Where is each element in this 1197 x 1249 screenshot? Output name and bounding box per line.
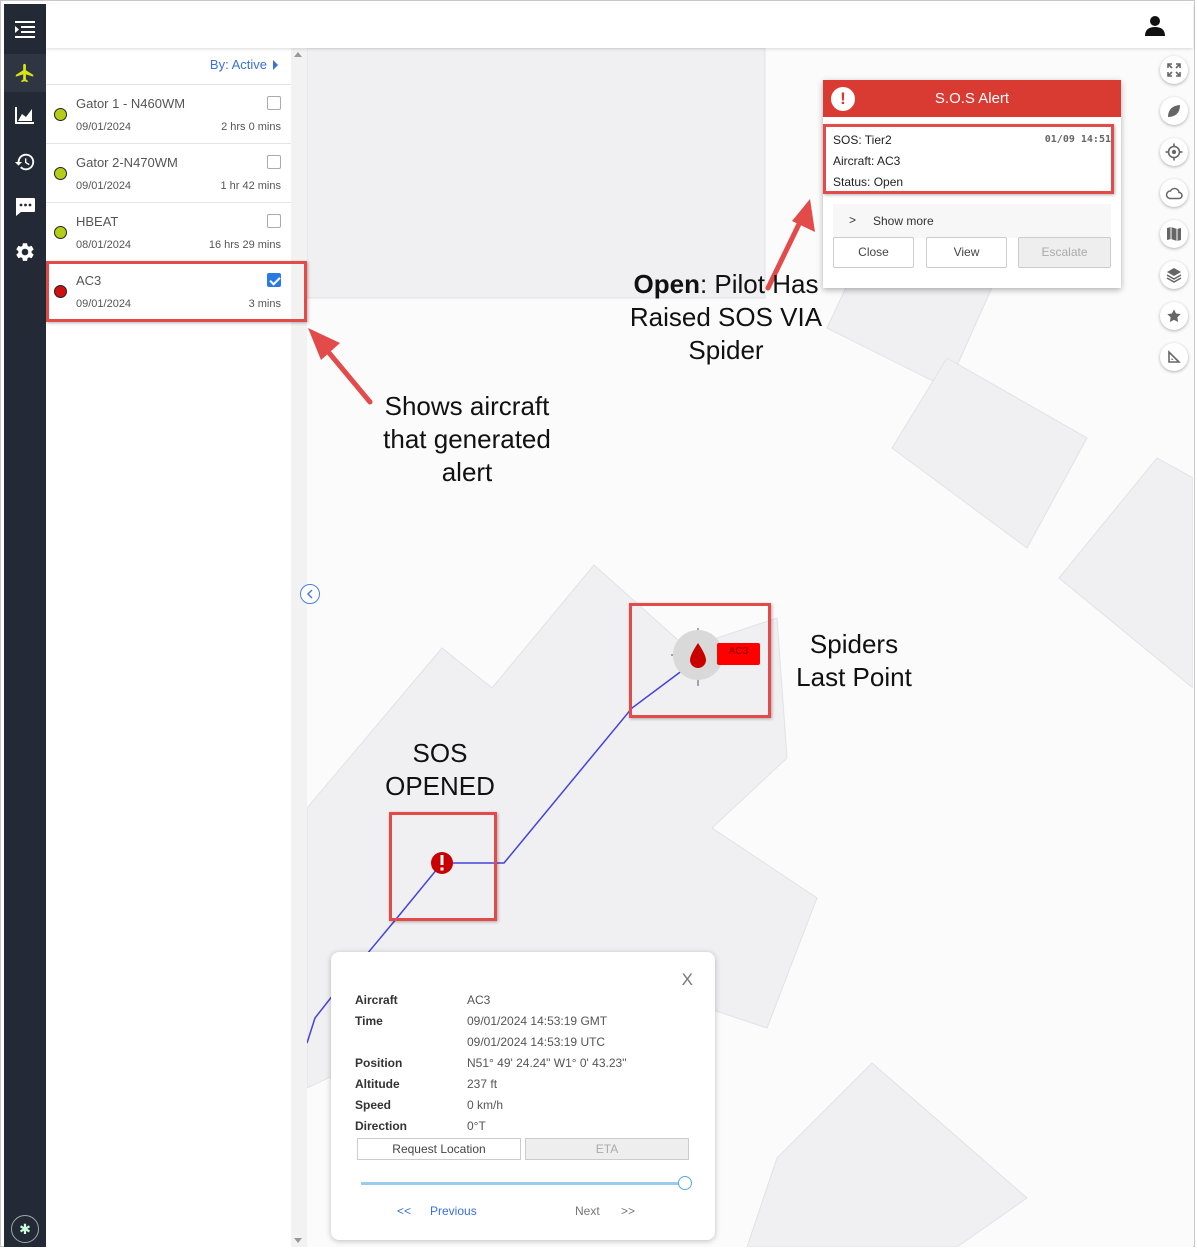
annotation-sos-opened: SOS OPENED <box>385 738 495 801</box>
annotation-open-bold: Open <box>633 269 700 299</box>
annotation-shows-aircraft: Shows aircraft that generated alert <box>383 391 551 487</box>
annotation-open-status: Open: Pilot Has Raised SOS VIA Spider <box>612 268 840 367</box>
annotation-arrows <box>308 199 815 405</box>
annotation-spiders-last-point: Spiders Last Point <box>796 629 912 692</box>
